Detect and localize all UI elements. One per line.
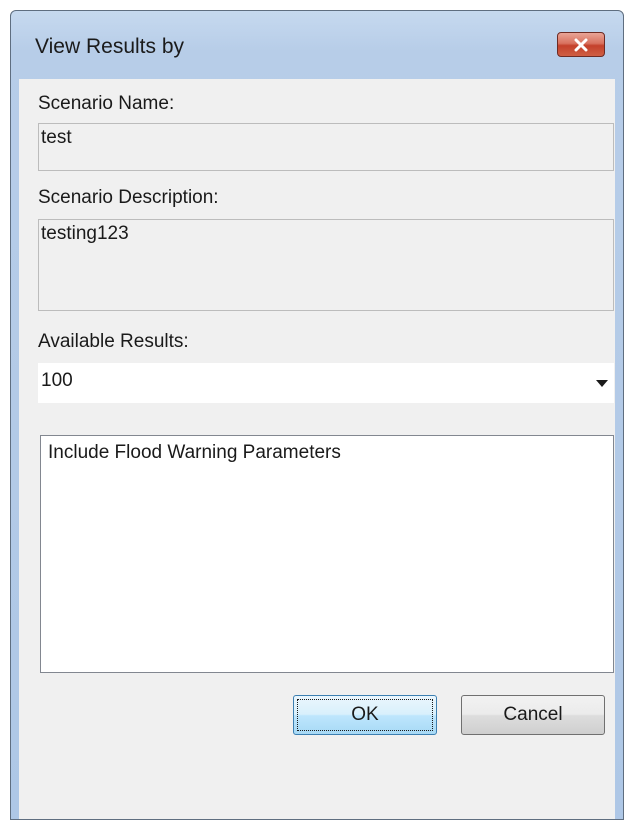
scenario-description-value: testing123: [41, 223, 129, 244]
available-results-label: Available Results:: [38, 331, 189, 352]
available-results-selected: 100: [41, 370, 73, 391]
cancel-button[interactable]: Cancel: [461, 695, 605, 735]
scenario-name-label: Scenario Name:: [38, 93, 175, 114]
scenario-description-label: Scenario Description:: [38, 187, 219, 208]
dialog-window: View Results by Scenario Name: test Scen…: [10, 10, 624, 820]
close-button[interactable]: [557, 32, 605, 57]
ok-button[interactable]: OK: [293, 695, 437, 735]
window-title: View Results by: [35, 35, 185, 58]
title-bar[interactable]: View Results by: [11, 11, 623, 79]
cancel-button-label: Cancel: [503, 704, 563, 725]
scenario-name-value: test: [41, 127, 72, 148]
close-icon: [574, 38, 588, 51]
scenario-description-field: testing123: [38, 219, 614, 311]
available-results-dropdown[interactable]: 100: [38, 363, 614, 403]
list-item[interactable]: Include Flood Warning Parameters: [48, 442, 613, 464]
focus-ring: [297, 699, 433, 731]
scenario-name-field: test: [38, 123, 614, 171]
options-listbox[interactable]: Include Flood Warning Parameters: [40, 435, 614, 673]
chevron-down-icon[interactable]: [596, 380, 608, 387]
